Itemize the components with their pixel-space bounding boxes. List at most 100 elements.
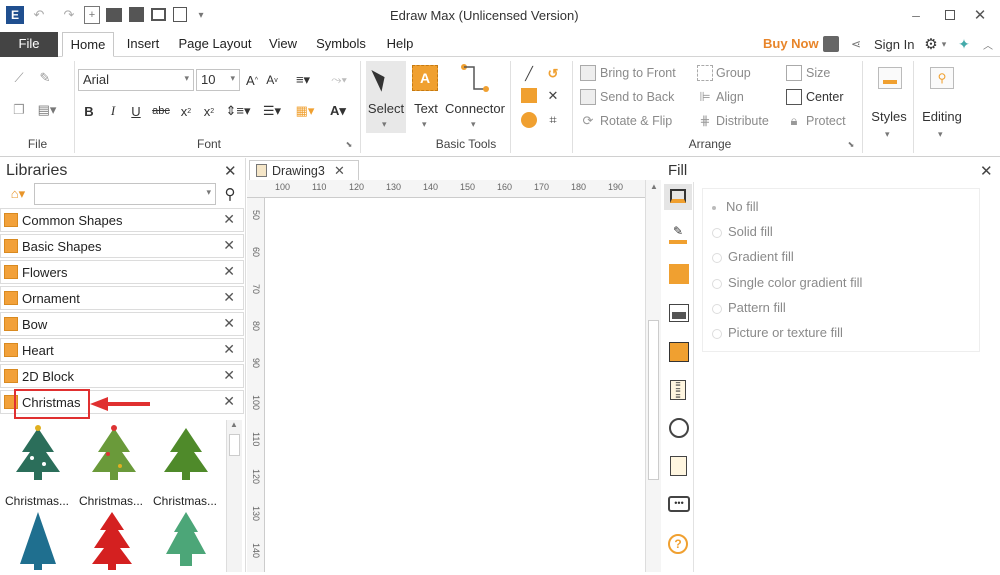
settings-gear-icon[interactable]: ⚙ — [922, 35, 940, 53]
protect-label[interactable]: Protect — [806, 114, 846, 128]
line-shape-icon[interactable]: ╱ — [520, 65, 538, 83]
tab-insert[interactable]: Insert — [120, 32, 166, 57]
file-tab[interactable]: File — [0, 32, 58, 57]
align-icon[interactable]: ⊫ — [697, 89, 713, 105]
connector-tool-button[interactable]: Connector ▾ — [444, 61, 506, 133]
grow-font-icon[interactable]: A ^ — [244, 71, 260, 89]
scroll-up-icon[interactable]: ▲ — [650, 182, 658, 191]
close-icon[interactable]: ✕ — [223, 315, 235, 332]
library-search-input[interactable]: ▾ — [34, 183, 216, 205]
editing-button[interactable]: ⚲ Editing ▾ — [916, 61, 968, 149]
close-icon[interactable]: ✕ — [223, 237, 235, 254]
select-tool-button[interactable]: Select ▾ — [366, 61, 406, 133]
rotate-flip-icon[interactable]: ⟳ — [580, 113, 596, 129]
christmas-tree-shape[interactable] — [12, 510, 64, 572]
minimize-icon[interactable]: – — [906, 6, 926, 24]
canvas-vertical-scrollbar[interactable]: ▲ — [645, 180, 661, 572]
paste-icon[interactable]: ▤▾ — [34, 101, 60, 119]
fill-option-pattern[interactable]: Pattern fill — [712, 300, 786, 315]
library-item-bow[interactable]: Bow ✕ — [0, 312, 244, 336]
fill-panel-close-icon[interactable]: ✕ — [980, 162, 993, 180]
sign-in-link[interactable]: Sign In — [874, 37, 914, 52]
send-to-back-label[interactable]: Send to Back — [600, 90, 674, 104]
library-item-flowers[interactable]: Flowers ✕ — [0, 260, 244, 284]
center-icon[interactable] — [786, 89, 802, 105]
arc-shape-icon[interactable]: ↺ — [544, 65, 562, 83]
shrink-font-icon[interactable]: Av — [264, 71, 280, 89]
document-list-icon[interactable]: ≡ ≡ ≡ — [670, 380, 686, 401]
maximize-icon[interactable] — [940, 6, 960, 24]
share-icon[interactable]: ⋖ — [848, 36, 864, 52]
group-icon[interactable] — [697, 65, 713, 81]
christmas-tree-shape[interactable] — [86, 424, 142, 486]
protect-lock-icon[interactable]: 🔒︎ — [786, 113, 802, 129]
tab-help[interactable]: Help — [380, 32, 420, 57]
bold-icon[interactable]: B — [81, 102, 97, 120]
line-style-icon[interactable]: ✎ — [669, 224, 687, 244]
quick-access-dropdown-icon[interactable]: ▾ — [192, 6, 210, 24]
buy-now-link[interactable]: Buy Now — [763, 36, 819, 51]
bring-to-front-icon[interactable] — [580, 65, 596, 81]
image-icon[interactable] — [669, 304, 689, 322]
christmas-tree-shape[interactable] — [86, 510, 138, 572]
search-icon[interactable]: ⚲ — [221, 184, 239, 204]
highlight-color-icon[interactable]: ▦▾ — [292, 102, 318, 120]
scrollbar-thumb[interactable] — [229, 434, 240, 456]
open-folder-icon[interactable] — [106, 8, 122, 22]
undo-icon[interactable]: ↶ — [30, 6, 48, 24]
fill-option-picture-texture[interactable]: Picture or texture fill — [712, 325, 843, 340]
text-align-icon[interactable]: ≡▾ — [288, 71, 318, 89]
apps-icon[interactable]: ✦ — [955, 35, 973, 53]
bullets-icon[interactable]: ☰▾ — [258, 102, 286, 120]
help-icon[interactable]: ? — [668, 534, 688, 554]
distribute-icon[interactable]: ⋕ — [697, 113, 713, 129]
shadow-icon[interactable] — [669, 264, 689, 284]
crop-icon[interactable]: ⌗ — [544, 111, 562, 129]
text-direction-icon[interactable]: ⤳▾ — [324, 71, 354, 89]
strikethrough-icon[interactable]: abc — [150, 102, 172, 120]
close-icon[interactable]: ✕ — [223, 393, 235, 410]
close-icon[interactable]: ✕ — [223, 263, 235, 280]
library-item-basic-shapes[interactable]: Basic Shapes ✕ — [0, 234, 244, 258]
center-label[interactable]: Center — [806, 90, 844, 104]
redo-icon[interactable]: ↷ — [60, 6, 78, 24]
library-item-ornament[interactable]: Ornament ✕ — [0, 286, 244, 310]
arrange-dialog-launcher-icon[interactable]: ⬊ — [846, 138, 856, 150]
settings-dropdown-icon[interactable]: ▾ — [939, 35, 949, 53]
fill-option-no-fill[interactable]: No fill — [712, 199, 759, 214]
export-icon[interactable] — [173, 7, 187, 22]
fill-option-gradient[interactable]: Gradient fill — [712, 249, 794, 264]
gallery-scrollbar[interactable]: ▲ — [226, 420, 242, 572]
save-icon[interactable] — [129, 7, 144, 22]
close-icon[interactable]: ✕ — [223, 341, 235, 358]
globe-icon[interactable] — [669, 418, 689, 438]
library-item-common-shapes[interactable]: Common Shapes ✕ — [0, 208, 244, 232]
underline-icon[interactable]: U — [128, 102, 144, 120]
tab-view[interactable]: View — [265, 32, 301, 57]
print-icon[interactable] — [151, 8, 166, 21]
document-tab[interactable]: Drawing3 ✕ — [249, 160, 359, 180]
comment-icon[interactable]: ••• — [668, 496, 690, 512]
superscript-icon[interactable]: x2 — [200, 102, 218, 120]
rotate-flip-label[interactable]: Rotate & Flip — [600, 114, 672, 128]
library-home-icon[interactable]: ⌂▾ — [4, 185, 32, 203]
align-label[interactable]: Align — [716, 90, 744, 104]
size-icon[interactable] — [786, 65, 802, 81]
font-size-select[interactable]: 10 ▾ — [196, 69, 240, 91]
note-icon[interactable] — [670, 456, 687, 476]
fill-bucket-icon[interactable] — [664, 184, 692, 210]
send-to-back-icon[interactable] — [580, 89, 596, 105]
font-dialog-launcher-icon[interactable]: ⬊ — [344, 138, 354, 150]
new-file-icon[interactable]: + — [84, 6, 100, 24]
font-name-select[interactable]: Arial ▾ — [78, 69, 194, 91]
scrollbar-thumb[interactable] — [648, 320, 659, 480]
close-icon[interactable]: ✕ — [223, 211, 235, 228]
close-icon[interactable]: ✕ — [970, 6, 990, 24]
scroll-up-icon[interactable]: ▲ — [230, 420, 238, 429]
styles-button[interactable]: Styles ▾ — [866, 61, 912, 149]
drawing-canvas[interactable] — [267, 200, 643, 572]
christmas-tree-shape[interactable] — [10, 424, 66, 486]
rectangle-shape-icon[interactable] — [521, 88, 537, 103]
line-spacing-icon[interactable]: ⇕≡▾ — [224, 102, 252, 120]
tab-page-layout[interactable]: Page Layout — [175, 32, 255, 57]
